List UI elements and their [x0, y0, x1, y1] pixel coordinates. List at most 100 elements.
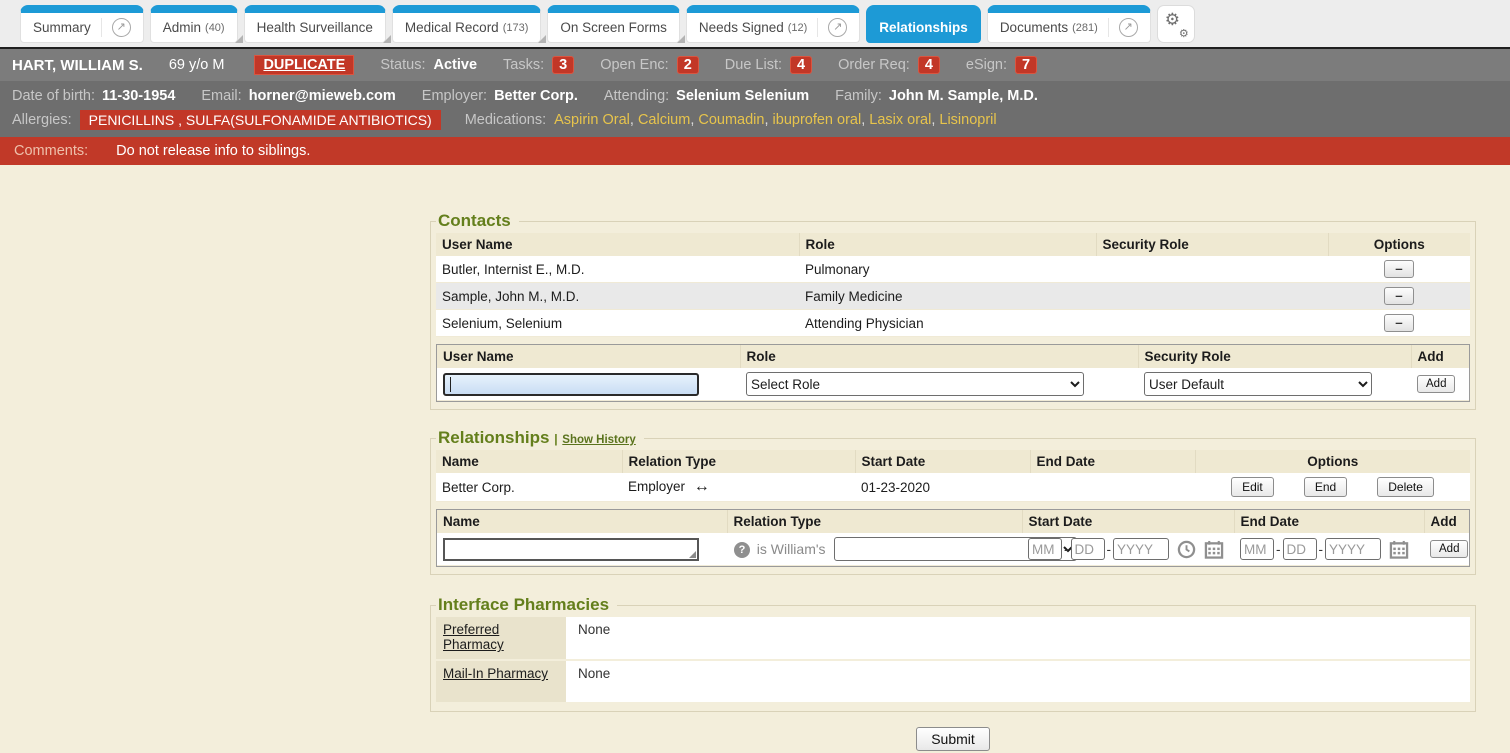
contact-row: Sample, John M., M.D. Family Medicine –: [436, 283, 1470, 310]
settings-button[interactable]: ⚙ ⚙: [1157, 5, 1195, 43]
contact-security-role: [1096, 256, 1328, 283]
allergies-value[interactable]: PENICILLINS , SULFA(SULFONAMIDE ANTIBIOT…: [80, 110, 441, 130]
end-relationship-button[interactable]: End: [1304, 477, 1347, 497]
tab-label: On Screen Forms: [560, 20, 667, 35]
medication-item[interactable]: Lisinopril: [939, 112, 996, 128]
add-relationship-button[interactable]: Add: [1430, 540, 1468, 558]
preferred-pharmacy-value: None: [566, 617, 1470, 660]
calendar-icon[interactable]: [1389, 540, 1409, 559]
due-list-label: Due List:: [725, 57, 782, 73]
submit-button[interactable]: Submit: [916, 727, 990, 751]
tab-label: Needs Signed: [699, 20, 784, 35]
relationship-name-input[interactable]: [443, 538, 699, 561]
col-start-date: Start Date: [855, 450, 1030, 473]
open-chart-icon-wrap[interactable]: ↗: [101, 18, 131, 37]
open-in-new-icon[interactable]: ↗: [112, 18, 131, 37]
contact-security-role-select[interactable]: User Default: [1144, 372, 1372, 396]
remove-contact-button[interactable]: –: [1384, 287, 1414, 305]
clock-icon[interactable]: [1177, 540, 1196, 559]
add-contact-panel: User Name Role Security Role Add: [436, 344, 1470, 402]
open-in-new-icon[interactable]: ↗: [1119, 18, 1138, 37]
medication-item[interactable]: Aspirin Oral: [554, 112, 630, 128]
order-req-label: Order Req:: [838, 57, 910, 73]
tab-medical-record[interactable]: Medical Record (173): [392, 5, 541, 43]
patient-header-bar: HART, WILLIAM S. 69 y/o M DUPLICATE Stat…: [0, 49, 1510, 81]
col-security-role: Security Role: [1138, 345, 1411, 368]
open-chart-icon-wrap[interactable]: ↗: [817, 18, 847, 37]
tasks-count-badge[interactable]: 3: [552, 56, 574, 74]
add-contact-button[interactable]: Add: [1417, 375, 1455, 393]
order-req-count-badge[interactable]: 4: [918, 56, 940, 74]
tab-summary[interactable]: Summary ↗: [20, 5, 144, 43]
dropdown-fold-icon[interactable]: [383, 35, 391, 43]
relationship-name: Better Corp.: [436, 473, 622, 502]
employer-label: Employer:: [422, 88, 487, 104]
tab-documents[interactable]: Documents (281) ↗: [987, 5, 1151, 43]
medications-list: Aspirin Oral, Calcium, Coumadin, ibuprof…: [554, 112, 997, 128]
col-options: Options: [1328, 233, 1470, 256]
remove-contact-button[interactable]: –: [1384, 260, 1414, 278]
status-label: Status:: [380, 57, 425, 73]
start-year-input[interactable]: [1113, 538, 1169, 560]
preferred-pharmacy-link[interactable]: Preferred Pharmacy: [443, 622, 504, 652]
open-enc-count-badge[interactable]: 2: [677, 56, 699, 74]
mail-in-pharmacy-link[interactable]: Mail-In Pharmacy: [443, 666, 548, 681]
delete-relationship-button[interactable]: Delete: [1377, 477, 1434, 497]
relationship-end-date: [1030, 473, 1195, 502]
comments-value: Do not release info to siblings.: [116, 143, 310, 159]
open-in-new-icon[interactable]: ↗: [828, 18, 847, 37]
mail-in-pharmacy-value: None: [566, 660, 1470, 703]
pharmacy-row: Preferred Pharmacy None: [436, 617, 1470, 660]
status-value: Active: [433, 57, 477, 73]
contact-username-input[interactable]: [443, 373, 699, 396]
col-relation-type: Relation Type: [622, 450, 855, 473]
edit-relationship-button[interactable]: Edit: [1231, 477, 1274, 497]
medication-item[interactable]: Coumadin: [698, 112, 764, 128]
tab-label: Health Surveillance: [257, 20, 373, 35]
gear-icon: ⚙: [1165, 10, 1180, 30]
col-add: Add: [1424, 510, 1469, 533]
attending-label: Attending:: [604, 88, 669, 104]
show-history-link[interactable]: Show History: [562, 434, 635, 446]
add-contact-table: User Name Role Security Role Add: [437, 345, 1469, 401]
contact-role-select[interactable]: Select Role: [746, 372, 1084, 396]
tab-label: Summary: [33, 20, 91, 35]
dropdown-fold-icon[interactable]: [677, 35, 685, 43]
calendar-icon[interactable]: [1204, 540, 1224, 559]
contacts-section: Contacts User Name Role Security Role Op…: [430, 211, 1476, 410]
medication-item[interactable]: Lasix oral: [869, 112, 931, 128]
employer-value: Better Corp.: [494, 88, 578, 104]
open-chart-icon-wrap[interactable]: ↗: [1108, 18, 1138, 37]
end-year-input[interactable]: [1325, 538, 1381, 560]
esign-count-badge[interactable]: 7: [1015, 56, 1037, 74]
medication-item[interactable]: Calcium: [638, 112, 690, 128]
col-end-date: End Date: [1030, 450, 1195, 473]
dropdown-fold-icon[interactable]: [235, 35, 243, 43]
bidirectional-arrow-icon: ↔: [694, 478, 710, 495]
start-month-input[interactable]: [1028, 538, 1062, 560]
tab-count: (173): [503, 22, 529, 34]
tab-admin[interactable]: Admin (40): [150, 5, 238, 43]
duplicate-flag[interactable]: DUPLICATE: [254, 55, 354, 75]
end-month-input[interactable]: [1240, 538, 1274, 560]
possessive-text: is William's: [757, 541, 826, 557]
tab-on-screen-forms[interactable]: On Screen Forms: [547, 5, 680, 43]
col-role: Role: [799, 233, 1096, 256]
medication-item[interactable]: ibuprofen oral: [773, 112, 862, 128]
tab-label: Medical Record: [405, 20, 499, 35]
help-icon[interactable]: ?: [734, 542, 750, 558]
dropdown-fold-icon[interactable]: [538, 35, 546, 43]
due-list-count-badge[interactable]: 4: [790, 56, 812, 74]
tab-label: Documents: [1000, 20, 1068, 35]
tab-needs-signed[interactable]: Needs Signed (12) ↗: [686, 5, 860, 43]
contact-user-name: Sample, John M., M.D.: [436, 283, 799, 310]
end-day-input[interactable]: [1283, 538, 1317, 560]
tab-count: (40): [205, 22, 225, 34]
start-day-input[interactable]: [1071, 538, 1105, 560]
remove-contact-button[interactable]: –: [1384, 314, 1414, 332]
tab-health-surveillance[interactable]: Health Surveillance: [244, 5, 386, 43]
contact-role: Family Medicine: [799, 283, 1096, 310]
patient-age-sex: 69 y/o M: [169, 57, 225, 73]
tab-relationships[interactable]: Relationships: [866, 5, 981, 43]
gear-small-icon: ⚙: [1179, 27, 1189, 40]
